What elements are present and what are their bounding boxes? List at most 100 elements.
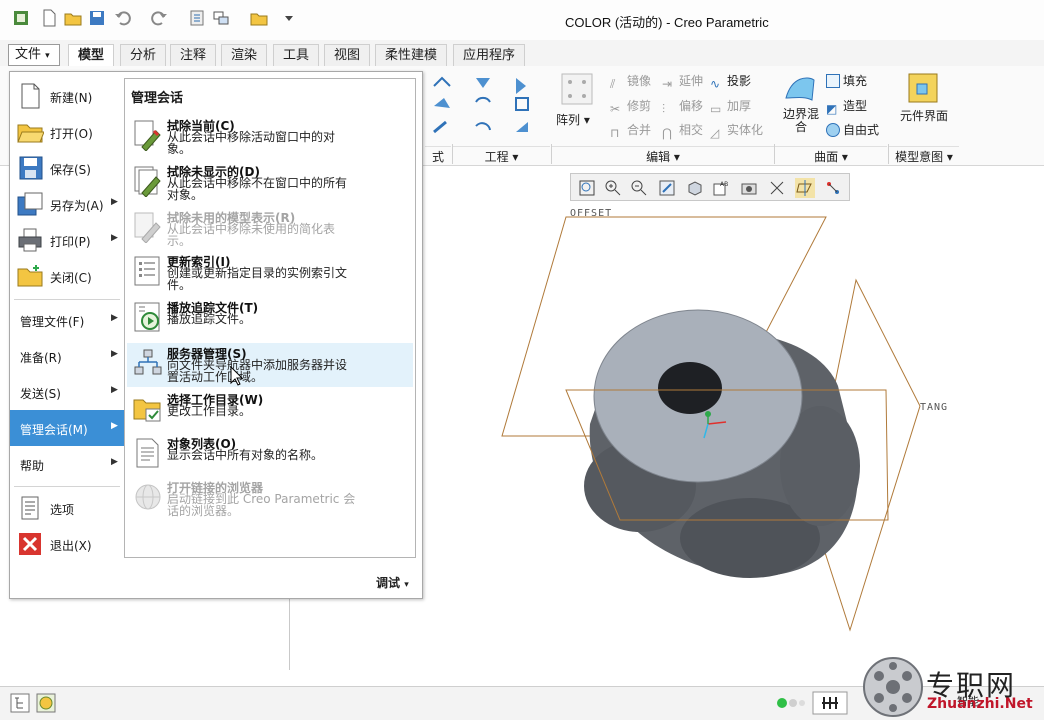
close-folder-icon xyxy=(17,265,43,287)
intersect-button[interactable]: ⋂ 相交 xyxy=(662,121,703,140)
component-interface-label[interactable]: 元件界面 xyxy=(900,110,948,123)
menu-item-open[interactable]: 打开(O) xyxy=(10,114,124,150)
repaint-icon[interactable] xyxy=(657,178,677,198)
browser-toggle-icon[interactable] xyxy=(36,693,56,713)
menu-item-manage-session[interactable]: 管理会话(M) ▶ xyxy=(10,410,124,446)
view-manager-icon[interactable] xyxy=(739,178,759,198)
project-label: 投影 xyxy=(727,74,752,88)
chevron-right-icon: ▶ xyxy=(111,385,118,395)
menu-item-prepare-label: 准备(R) xyxy=(20,351,62,365)
chevron-down-icon: ▾ xyxy=(404,580,409,590)
tab-render[interactable]: 渲染 xyxy=(221,44,268,66)
debug-button[interactable]: 调试 ▾ xyxy=(376,574,409,591)
menu-item-send-label: 发送(S) xyxy=(20,387,61,401)
offset-label: 偏移 xyxy=(679,99,704,113)
regenerate-icon[interactable] xyxy=(188,9,206,27)
project-button[interactable]: ∿ 投影 xyxy=(710,72,751,91)
menu-item-close[interactable]: 关闭(C) xyxy=(10,258,124,294)
menu-item-prepare[interactable]: 准备(R) ▶ xyxy=(10,338,124,374)
component-interface-icon[interactable] xyxy=(905,70,941,106)
tab-view[interactable]: 视图 xyxy=(324,44,371,66)
fill-icon xyxy=(826,74,840,88)
window-title: COLOR (活动的) - Creo Parametric xyxy=(565,15,769,30)
tab-tools[interactable]: 工具 xyxy=(273,44,320,66)
tab-applications[interactable]: 应用程序 xyxy=(453,44,526,66)
submenu-server-management[interactable]: 服务器管理(S) 向文件夹导航器中添加服务器并设置活动工作区域。 xyxy=(127,343,413,387)
tab-annotate[interactable]: 注释 xyxy=(170,44,217,66)
perspective-icon[interactable] xyxy=(767,178,787,198)
extend-button[interactable]: ⇥ 延伸 xyxy=(662,72,703,91)
open-icon[interactable] xyxy=(64,9,82,27)
file-tab[interactable]: 文件 ▾ xyxy=(8,44,60,66)
trim-button[interactable]: ✂ 修剪 xyxy=(610,97,651,116)
saved-orientations-icon[interactable]: AB xyxy=(711,178,731,198)
file-tab-label: 文件 xyxy=(15,47,42,62)
selection-filter-icon[interactable] xyxy=(812,691,848,715)
datum-display-icon[interactable] xyxy=(795,178,815,198)
submenu-object-list[interactable]: 对象列表(O) 显示会话中所有对象的名称。 xyxy=(127,433,413,477)
save-as-icon xyxy=(17,192,43,216)
object-list-icon xyxy=(136,438,159,468)
part-model[interactable] xyxy=(584,309,860,578)
menu-item-exit[interactable]: 退出(X) xyxy=(10,526,124,562)
submenu-select-working-directory[interactable]: 选择工作目录(W) 更改工作目录。 xyxy=(127,389,413,433)
group-label-model-intent[interactable]: 模型意图 ▾ xyxy=(889,146,959,164)
model-tree-toggle-icon[interactable] xyxy=(10,693,30,713)
chevron-down-icon: ▾ xyxy=(45,51,50,61)
menu-item-options-label: 选项 xyxy=(50,503,75,517)
menu-item-new[interactable]: 新建(N) xyxy=(10,78,124,114)
boundary-blend-icon[interactable] xyxy=(782,70,818,106)
solidify-button[interactable]: ◿ 实体化 xyxy=(710,121,763,140)
style-button[interactable]: ◩ 造型 xyxy=(826,97,867,116)
tab-model[interactable]: 模型 xyxy=(68,44,115,66)
menu-item-save[interactable]: 保存(S) xyxy=(10,150,124,186)
debug-label: 调试 xyxy=(376,576,401,590)
tab-flexible-modeling[interactable]: 柔性建模 xyxy=(375,44,448,66)
new-icon[interactable] xyxy=(40,9,58,27)
submenu-server-management-desc: 向文件夹导航器中添加服务器并设置活动工作区域。 xyxy=(167,358,348,384)
group-label-engineering[interactable]: 工程 ▾ xyxy=(453,146,550,164)
submenu-play-trail-file[interactable]: 播放追踪文件(T) 播放追踪文件。 xyxy=(127,297,413,341)
fill-button[interactable]: 填充 xyxy=(826,72,867,89)
title-bar: COLOR (活动的) - Creo Parametric xyxy=(0,0,1044,40)
extend-icon: ⇥ xyxy=(662,77,673,91)
offset-button[interactable]: ⫶ 偏移 xyxy=(662,97,703,116)
menu-item-manage-file[interactable]: 管理文件(F) ▶ xyxy=(10,302,124,338)
display-style-icon[interactable] xyxy=(685,178,705,198)
zoom-in-icon[interactable] xyxy=(603,178,623,198)
merge-button[interactable]: ⊓ 合并 xyxy=(610,121,651,140)
save-icon[interactable] xyxy=(88,9,106,27)
windows-icon[interactable] xyxy=(212,9,230,27)
thicken-button[interactable]: ▭ 加厚 xyxy=(710,97,751,116)
intersect-label: 相交 xyxy=(679,123,704,137)
menu-item-options[interactable]: 选项 xyxy=(10,490,124,526)
zoom-out-icon[interactable] xyxy=(629,178,649,198)
refit-icon[interactable] xyxy=(577,178,597,198)
menu-item-help[interactable]: 帮助 ▶ xyxy=(10,446,124,482)
pattern-icon[interactable] xyxy=(560,72,594,106)
undo-icon[interactable] xyxy=(114,9,132,27)
redo-icon[interactable] xyxy=(150,9,168,27)
boundary-blend-label[interactable]: 边界混合 xyxy=(781,108,821,134)
folder-icon[interactable] xyxy=(250,9,268,27)
group-label-surfaces-text: 曲面 xyxy=(814,150,839,164)
menu-item-print[interactable]: 打印(P) ▶ xyxy=(10,222,124,258)
annotation-display-icon[interactable] xyxy=(823,178,843,198)
intersect-icon: ⋂ xyxy=(662,126,672,140)
mirror-button[interactable]: ⫽ 镜像 xyxy=(610,72,651,91)
submenu-erase-current[interactable]: 拭除当前(C) 从此会话中移除活动窗口中的对象。 xyxy=(127,115,413,159)
thicken-label: 加厚 xyxy=(727,99,752,113)
tab-analysis[interactable]: 分析 xyxy=(120,44,167,66)
submenu-erase-not-displayed[interactable]: 拭除未显示的(D) 从此会话中移除不在窗口中的所有对象。 xyxy=(127,161,413,205)
menu-item-send[interactable]: 发送(S) ▶ xyxy=(10,374,124,410)
group-label-surfaces[interactable]: 曲面 ▾ xyxy=(775,146,887,164)
pattern-button[interactable]: 阵列 ▾ xyxy=(556,111,590,128)
group-label-editing[interactable]: 编辑 ▾ xyxy=(552,146,774,164)
app-logo-icon[interactable] xyxy=(12,9,30,27)
menu-item-save-as[interactable]: 另存为(A) ▶ xyxy=(10,186,124,222)
submenu-update-index[interactable]: 更新索引(I) 创建或更新指定目录的实例索引文件。 xyxy=(127,251,413,295)
save-disk-icon xyxy=(19,156,43,180)
chevron-right-icon: ▶ xyxy=(111,233,118,243)
freestyle-button[interactable]: 自由式 xyxy=(826,121,879,138)
customize-icon[interactable] xyxy=(280,9,298,27)
